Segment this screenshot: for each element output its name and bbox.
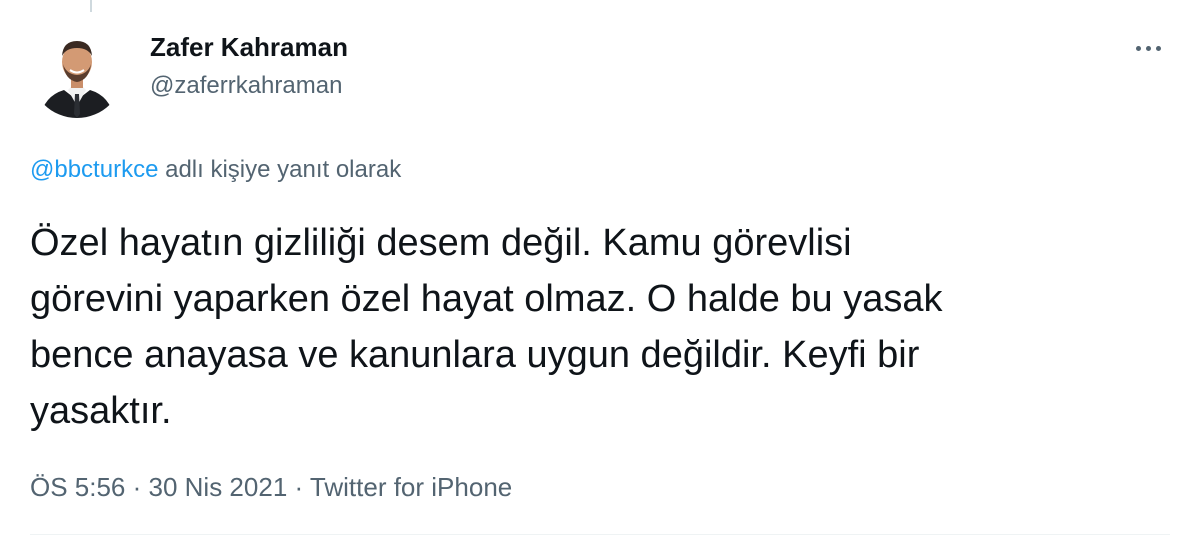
more-horizontal-icon xyxy=(1135,45,1141,51)
thread-connector-line xyxy=(90,0,92,12)
reply-mention-link[interactable]: @bbcturkce xyxy=(30,156,158,183)
meta-separator: · xyxy=(125,472,149,502)
avatar[interactable] xyxy=(30,24,124,118)
reply-context-label: adlı kişiye yanıt olarak xyxy=(158,156,402,183)
divider xyxy=(30,534,1170,535)
tweet-text-line: bence anayasa ve kanunlara uygun değildi… xyxy=(30,334,920,376)
avatar-photo xyxy=(30,24,124,118)
more-options-button[interactable] xyxy=(1128,36,1168,60)
meta-separator: · xyxy=(287,472,310,502)
reply-context: @bbcturkce adlı kişiye yanıt olarak xyxy=(30,156,401,184)
tweet-date[interactable]: 30 Nis 2021 xyxy=(149,472,288,502)
more-horizontal-icon-dot xyxy=(1155,45,1161,51)
author-handle[interactable]: @zaferrkahraman xyxy=(150,72,342,100)
tweet-text: Özel hayatın gizliliği desem değil. Kamu… xyxy=(30,215,1150,439)
tweet-time[interactable]: ÖS 5:56 xyxy=(30,472,125,502)
tweet-source[interactable]: Twitter for iPhone xyxy=(310,472,512,502)
tweet-text-line: Özel hayatın gizliliği desem değil. Kamu… xyxy=(30,222,852,264)
more-horizontal-icon-dot xyxy=(1145,45,1151,51)
tweet-metadata: ÖS 5:56 · 30 Nis 2021 · Twitter for iPho… xyxy=(30,472,512,503)
author-display-name[interactable]: Zafer Kahraman xyxy=(150,32,348,63)
tweet-text-line: görevini yaparken özel hayat olmaz. O ha… xyxy=(30,278,943,320)
tweet-text-line: yasaktır. xyxy=(30,390,172,432)
